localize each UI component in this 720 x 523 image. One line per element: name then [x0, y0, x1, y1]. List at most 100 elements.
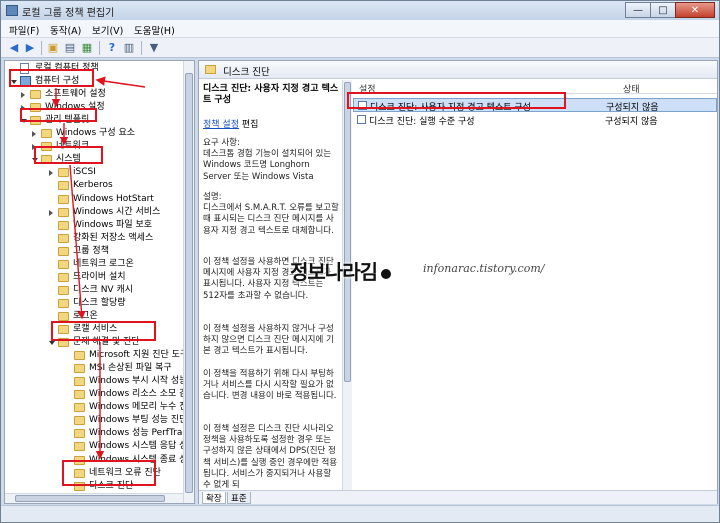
maximize-icon: □ — [658, 4, 668, 16]
window-controls: — □ ✕ — [625, 2, 715, 18]
minimize-icon: — — [633, 4, 643, 16]
tree-item[interactable]: Windows 시간 서비스 — [5, 206, 183, 219]
tree-item-label: Kerberos — [73, 180, 113, 191]
watermark-logo: 정보나라김 — [290, 256, 391, 285]
properties-icon[interactable]: ▥ — [122, 41, 136, 55]
folder-icon — [74, 403, 85, 413]
collapsed-arrow-icon[interactable] — [21, 92, 25, 99]
description-scrollbar[interactable] — [342, 80, 352, 490]
menu-file[interactable]: 파일(F) — [9, 23, 39, 37]
tree-item[interactable]: 드라이버 설치 — [5, 271, 183, 284]
tree-item[interactable]: Windows 성능 PerfTrack — [5, 427, 193, 440]
folder-icon — [58, 181, 69, 191]
export-list-icon[interactable]: ▦ — [80, 41, 94, 55]
tree-scroll-thumb[interactable] — [185, 73, 193, 493]
tree-item-label: Windows 시스템 응답 성능 — [89, 441, 195, 452]
highlight-disk-diagnostics — [62, 460, 156, 486]
folder-icon — [58, 207, 69, 217]
tree-item[interactable]: 네트워크 로그온 — [5, 258, 183, 271]
back-arrow-icon[interactable]: ◀ — [7, 41, 21, 55]
description-paragraph-4: 이 정책 설정은 디스크 진단 시나리오 정책을 사용하도록 설정한 경우 또는… — [203, 424, 338, 490]
tree-item[interactable]: Windows 부시 시작 성능 — [5, 375, 187, 388]
tree-item[interactable]: 소프트웨어 설정 — [5, 88, 183, 101]
policy-setting-icon — [357, 115, 366, 124]
tree-item-label: 디스크 NV 캐시 — [73, 284, 134, 295]
folder-icon — [58, 220, 69, 230]
tree-item[interactable]: 디스크 할당량 — [5, 297, 183, 310]
tree-item-label: Windows 구성 요소 — [56, 128, 136, 139]
menu-view[interactable]: 보기(V) — [92, 23, 123, 37]
highlight-troubleshooting — [51, 321, 156, 341]
tree-scrollbar[interactable] — [183, 61, 194, 503]
tree-item[interactable]: Windows 메모리 누수 진단 — [5, 401, 194, 414]
toolbar-separator — [99, 41, 100, 55]
tree-item-label: 소프트웨어 설정 — [45, 89, 106, 100]
folder-icon — [205, 65, 216, 74]
tree-item[interactable]: 그룹 정책 — [5, 245, 183, 258]
expanded-arrow-icon[interactable] — [49, 341, 55, 346]
tree-item[interactable]: Kerberos — [5, 179, 183, 192]
menu-action[interactable]: 동작(A) — [50, 23, 81, 37]
folder-icon — [58, 272, 69, 282]
tree-item-label: Windows 리소스 소모 감지 — [89, 389, 195, 400]
description-scroll-thumb[interactable] — [344, 82, 351, 382]
title-bar[interactable]: 로컬 그룹 정책 편집기 — □ ✕ — [1, 1, 719, 20]
tree-item-label: Windows 부팅 성능 진단 — [89, 415, 188, 426]
collapsed-arrow-icon[interactable] — [49, 170, 53, 177]
requirements-text: 요구 사항: 데스크톱 경험 기능이 설치되어 있는 Windows 코드명 L… — [203, 138, 332, 182]
collapsed-arrow-icon[interactable] — [32, 131, 36, 138]
collapsed-arrow-icon[interactable] — [49, 209, 53, 216]
menu-help[interactable]: 도움말(H) — [134, 23, 175, 37]
tree-item-label: 드라이버 설치 — [73, 271, 126, 282]
minimize-button[interactable]: — — [625, 2, 651, 18]
view-tabs: 확장 표준 — [199, 490, 717, 504]
tree-item[interactable]: Windows 파일 보호 — [5, 219, 183, 232]
details-header-title: 디스크 진단 — [223, 67, 270, 78]
tree-item[interactable]: MSI 손상된 파일 복구 — [5, 362, 183, 375]
tree-pane[interactable]: 성능 문제 해결디스크 진단네트워크 오류 진단Windows 시스템 종료 성… — [4, 60, 195, 504]
setting-name: 디스크 진단: 실행 수준 구성 — [369, 117, 475, 127]
tree-item[interactable]: Microsoft 지원 진단 도구 — [5, 349, 188, 362]
highlight-admin-templates — [20, 108, 97, 122]
tab-standard[interactable]: 표준 — [227, 492, 251, 504]
tree-item-label: 강화된 저장소 액세스 — [73, 232, 154, 243]
folder-icon — [58, 233, 69, 243]
tree-item-label: 네트워크 로그온 — [73, 258, 134, 269]
tree-item-label: iSCSI — [73, 167, 96, 178]
filter-icon[interactable]: ▼ — [147, 41, 161, 55]
tree-item[interactable]: 디스크 NV 캐시 — [5, 284, 183, 297]
tab-extended[interactable]: 확장 — [202, 492, 226, 504]
tree-item[interactable]: 강화된 저장소 액세스 — [5, 232, 183, 245]
watermark-url: infonarac.tistory.com/ — [423, 262, 545, 275]
policy-settings-link[interactable]: 정책 설정 — [203, 120, 239, 130]
tree-item[interactable]: iSCSI — [5, 166, 183, 179]
tree-item[interactable]: Windows HotStart — [5, 193, 183, 206]
menu-bar: 파일(F) 동작(A) 보기(V) 도움말(H) — [1, 20, 719, 38]
toolbar-separator — [141, 41, 142, 55]
description-text: 설명: 디스크에서 S.M.A.R.T. 오류를 보고할 때 표시되는 디스크 … — [203, 192, 339, 236]
tree-hscrollbar[interactable] — [5, 493, 183, 503]
forward-arrow-icon[interactable]: ▶ — [23, 41, 37, 55]
tree-item-label: Microsoft 지원 진단 도구 — [89, 350, 189, 361]
close-button[interactable]: ✕ — [675, 2, 715, 18]
setting-row-execution-level[interactable]: 디스크 진단: 실행 수준 구성 구성되지 않음 — [353, 113, 717, 127]
window-title: 로컬 그룹 정책 편집기 — [22, 8, 115, 19]
tree-item[interactable]: Windows 구성 요소 — [5, 127, 183, 140]
tree-item[interactable]: Windows 부팅 성능 진단 — [5, 414, 187, 427]
column-status[interactable]: 상태 — [623, 82, 640, 95]
tree-item-label: Windows 부시 시작 성능 — [89, 376, 188, 387]
tree-item[interactable]: Windows 리소스 소모 감지 — [5, 388, 194, 401]
tree-hscroll-thumb[interactable] — [15, 495, 165, 502]
show-hide-tree-icon[interactable]: ▤ — [63, 41, 77, 55]
close-icon: ✕ — [690, 4, 700, 16]
help-icon[interactable]: ? — [105, 41, 119, 55]
tree-item-label: 디스크 할당량 — [73, 297, 126, 308]
maximize-button[interactable]: □ — [650, 2, 676, 18]
folder-icon — [74, 377, 85, 387]
tree-item[interactable]: Windows 시스템 응답 성능 — [5, 440, 194, 453]
folder-icon — [74, 364, 85, 374]
folder-icon — [58, 298, 69, 308]
watermark-dot — [381, 268, 391, 279]
highlight-computer-config — [9, 69, 94, 87]
up-folder-icon[interactable]: ▣ — [46, 41, 60, 55]
